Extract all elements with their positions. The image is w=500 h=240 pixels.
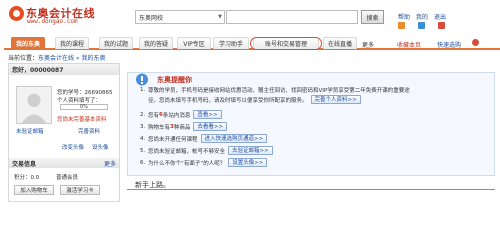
search-input[interactable] [226, 10, 358, 24]
set-avatar-link[interactable]: 设头像 [92, 143, 109, 151]
add-to-cart-button[interactable]: 加入购物车 [14, 185, 54, 195]
tab-my-tests[interactable]: 我的试题 [99, 37, 133, 49]
tab-more[interactable]: 更多 [362, 40, 374, 49]
view-messages-button[interactable]: 查看>> [193, 110, 222, 119]
member-level: 普通会员 [56, 175, 79, 181]
cart-icon[interactable] [472, 39, 479, 46]
user-panel-header: 您好，00000087 [9, 64, 119, 75]
complete-profile-link[interactable]: 完善资料 [78, 127, 100, 135]
logo-icon[interactable] [9, 6, 24, 21]
tab-account-transactions[interactable]: 账号和交易管理 [253, 37, 319, 49]
notice-text: 您有 [148, 112, 160, 119]
chevron-down-icon: ▼ [218, 14, 222, 20]
tab-study-assistant[interactable]: 学习助手 [213, 37, 249, 49]
bookmark-link[interactable]: 收藏本页 [397, 40, 421, 49]
notice-item: 2. 您有 6 条站内消息 查看>> [140, 110, 222, 119]
quick-buy-channel-button[interactable]: 进入快速选购页通道>> [200, 134, 268, 143]
notice-num: 4. [140, 135, 146, 142]
header-icons [398, 22, 445, 29]
breadcrumb-path[interactable]: 东奥会计在线 » 我的东奥 [38, 55, 106, 62]
notice-text: 为什么不你个“有面子”的人呢？ [148, 160, 226, 167]
activate-card-button[interactable]: 激活学习卡 [60, 185, 100, 195]
notice-item: 5. 您尚未验证邮箱，帐号不够安全 去验证邮箱>> [140, 146, 273, 155]
notice-text: 您尚未开通任何课程 [148, 136, 198, 143]
top-link-mine[interactable]: 我的 [416, 12, 428, 21]
search-button[interactable]: 搜索 [361, 10, 384, 24]
tab-vip[interactable]: VIP专区 [177, 37, 211, 49]
verify-email-button[interactable]: 去验证邮箱>> [228, 146, 273, 155]
notice-text: 购物车有 [148, 124, 171, 131]
notice-title: 东奥提醒你 [157, 76, 192, 84]
notice-text: 您尚未验证邮箱，帐号不够安全 [148, 148, 226, 155]
tab-my-courses[interactable]: 我的课程 [55, 37, 89, 49]
transactions-more-link[interactable]: 更多 [104, 159, 116, 168]
newbie-divider [127, 189, 495, 190]
avatar-placeholder-icon [17, 87, 51, 123]
notice-num: 1. [140, 87, 146, 93]
tab-live[interactable]: 在线直播 [323, 37, 357, 49]
search-scope-select[interactable]: 东奥网校 ▼ [135, 10, 225, 24]
top-link-help[interactable]: 帮助 [398, 12, 410, 21]
site-url: www.dongao.com [27, 18, 78, 25]
top-links: 帮助 我的 退出 [398, 12, 446, 21]
notice-item: 4. 您尚未开通任何课程 进入快速选购页通道>> [140, 134, 268, 143]
verify-email-link[interactable]: 未验证邮箱 [16, 127, 44, 135]
notice-text: 尊敬的学员，手机号码是接收网站优惠活动、赠主任回访、找回密码和VIP学员享受第二… [148, 88, 410, 94]
transactions-title: 交易信息 [12, 160, 37, 168]
incomplete-notice: 您尚未完善基本资料 [57, 117, 107, 123]
notice-num: 3. [140, 123, 146, 130]
quick-buy-link[interactable]: 快速选购 [437, 40, 461, 49]
exit-icon[interactable] [438, 22, 445, 29]
notice-text: 种商品 [173, 124, 191, 131]
breadcrumb: 当前位置：东奥会计在线 » 我的东奥 [8, 53, 106, 62]
help-icon[interactable] [398, 22, 405, 29]
complete-info-button[interactable]: 完善个人资料>> [310, 95, 361, 104]
learn-number: 您的学号：26690865 [57, 90, 113, 96]
change-avatar-link[interactable]: 改变头像 [62, 143, 84, 151]
points-text: 积分：0.0 [14, 175, 40, 181]
notice-text: 条站内消息 [162, 112, 191, 119]
top-link-logout[interactable]: 退出 [434, 12, 446, 21]
notice-item: 6. 为什么不你个“有面子”的人呢？ 设置头像>> [140, 158, 268, 167]
breadcrumb-label: 当前位置： [8, 55, 39, 62]
transactions-header: 交易信息 更多 [9, 158, 119, 168]
notice-text: 径。您尚未填写手机号码，请及时填写以便享受你所配享的服务。 [148, 97, 308, 104]
greeting-text: 您好，00000087 [12, 67, 64, 74]
notice-num: 2. [140, 111, 146, 118]
set-avatar-button[interactable]: 设置头像>> [228, 158, 268, 167]
tab-my-dongao[interactable]: 我的东奥 [11, 37, 45, 49]
profile-fill-label: 个人资料填写了： [57, 98, 102, 104]
notice-num: 6. [140, 159, 146, 166]
profile-progress-value: 0% [80, 104, 88, 110]
avatar[interactable] [16, 86, 52, 124]
notice-item-cont: 径。您尚未填写手机号码，请及时填写以便享受你所配享的服务。 完善个人资料>> [148, 95, 361, 104]
notice-num: 5. [140, 147, 146, 154]
view-cart-button[interactable]: 去看看>> [193, 122, 228, 131]
user-icon[interactable] [418, 22, 425, 29]
notice-item: 1. 尊敬的学员，手机号码是接收网站优惠活动、赠主任回访、找回密码和VIP学员享… [140, 86, 410, 94]
notice-item: 3. 购物车有 3 种商品 去看看>> [140, 122, 228, 131]
tab-my-qa[interactable]: 我的答疑 [139, 37, 173, 49]
search-scope-value: 东奥网校 [139, 14, 164, 22]
notice-bell-icon [135, 73, 149, 86]
